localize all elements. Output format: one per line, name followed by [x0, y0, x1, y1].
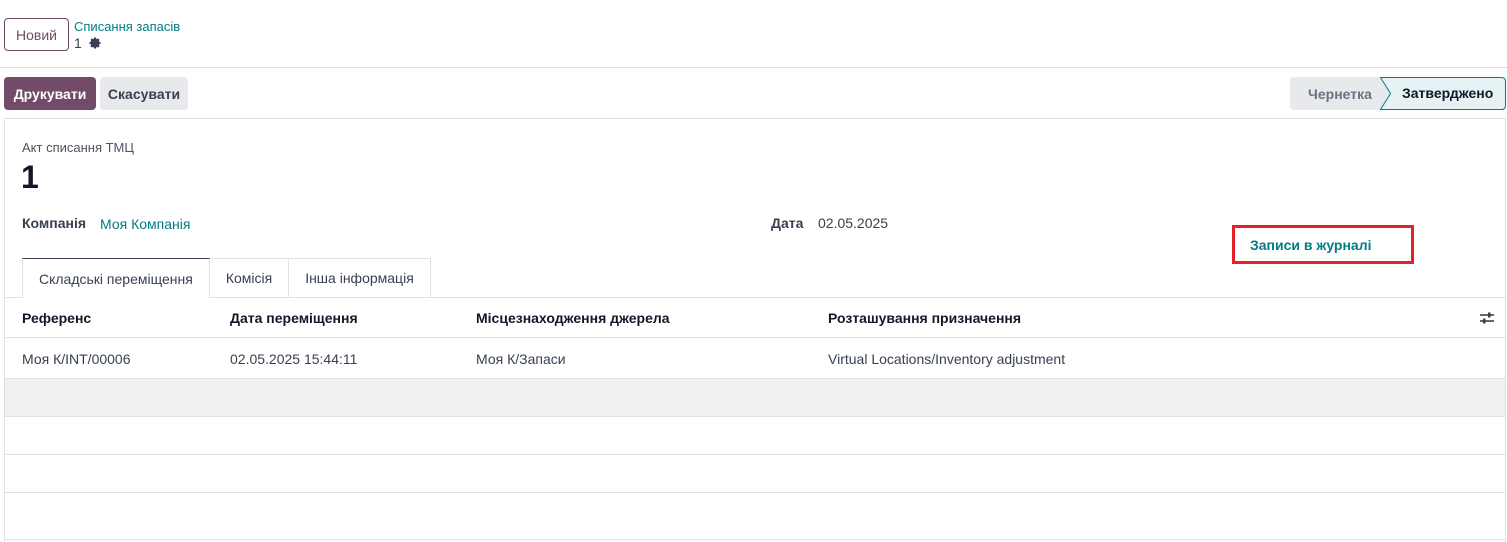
date-field[interactable]: 02.05.2025 — [818, 215, 888, 231]
breadcrumb-link[interactable]: Списання запасів — [74, 19, 180, 34]
company-label: Компанія — [22, 215, 87, 231]
new-button[interactable]: Новий — [4, 18, 69, 51]
record-indicator: 1 — [74, 35, 102, 51]
empty-row — [5, 455, 1505, 493]
cancel-button[interactable]: Скасувати — [100, 77, 188, 110]
record-name: 1 — [74, 35, 82, 51]
stage-approved-label: Затверджено — [1402, 85, 1494, 101]
journal-entries-label: Записи в журналі — [1250, 236, 1372, 253]
status-bar: Чернетка Затверджено — [1290, 77, 1506, 110]
tab-stock-moves[interactable]: Складські переміщення — [22, 258, 210, 298]
cell-destination-location: Virtual Locations/Inventory adjustment — [828, 351, 1066, 367]
company-field[interactable]: Моя Компанія — [100, 216, 190, 232]
stage-draft[interactable]: Чернетка — [1290, 77, 1390, 110]
print-button[interactable]: Друкувати — [4, 77, 96, 110]
empty-row — [5, 417, 1505, 455]
cell-reference: Моя К/INT/00006 — [22, 351, 131, 367]
gear-icon[interactable] — [88, 36, 102, 50]
table-header: Референс Дата переміщення Місцезнаходжен… — [5, 298, 1505, 338]
cell-move-date: 02.05.2025 15:44:11 — [230, 351, 358, 367]
form-sheet: Акт списання ТМЦ 1 Компанія Моя Компанія… — [4, 118, 1506, 542]
column-move-date[interactable]: Дата переміщення — [230, 298, 358, 338]
stage-approved[interactable]: Затверджено — [1380, 77, 1506, 110]
notebook-tabs: Складські переміщення Комісія Інша інфор… — [22, 258, 431, 298]
table-row[interactable]: Моя К/INT/00006 02.05.2025 15:44:11 Моя … — [5, 339, 1505, 379]
column-source-location[interactable]: Місцезнаходження джерела — [476, 298, 670, 338]
column-destination-location[interactable]: Розташування призначення — [828, 298, 1021, 338]
date-label: Дата — [771, 215, 804, 231]
tab-commission[interactable]: Комісія — [208, 258, 290, 297]
journal-entries-button[interactable]: Записи в журналі — [1232, 225, 1414, 264]
column-settings-icon[interactable] — [1479, 310, 1495, 326]
control-panel: Новий Списання запасів 1 — [0, 0, 1507, 68]
tab-other-info[interactable]: Інша інформація — [288, 258, 431, 297]
cell-source-location: Моя К/Запаси — [476, 351, 566, 367]
document-type-label: Акт списання ТМЦ — [22, 140, 134, 155]
empty-row — [5, 379, 1505, 417]
column-reference[interactable]: Референс — [22, 298, 91, 338]
document-name: 1 — [21, 159, 39, 195]
empty-row — [5, 493, 1505, 540]
